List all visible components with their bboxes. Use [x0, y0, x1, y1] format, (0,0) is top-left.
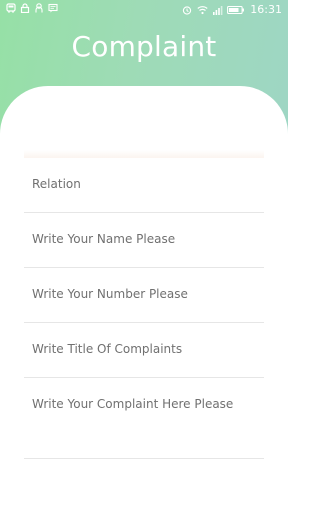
name-field[interactable]: Write Your Name Please: [24, 213, 264, 268]
signal-icon: [212, 5, 223, 15]
card-divider: [24, 150, 264, 158]
alarm-icon: [182, 5, 192, 15]
relation-field[interactable]: Relation: [24, 158, 264, 213]
complaint-title-placeholder: Write Title Of Complaints: [32, 342, 183, 356]
number-field[interactable]: Write Your Number Please: [24, 268, 264, 323]
status-time: 16:31: [250, 3, 282, 16]
lock-icon: [20, 3, 30, 13]
complaint-text-placeholder: Write Your Complaint Here Please: [32, 397, 234, 411]
complaint-text-field[interactable]: Write Your Complaint Here Please: [24, 378, 264, 459]
complaint-title-field[interactable]: Write Title Of Complaints: [24, 323, 264, 378]
bus-icon: [6, 3, 16, 13]
battery-icon: [227, 5, 245, 15]
number-placeholder: Write Your Number Please: [32, 287, 188, 301]
status-bar: 16:31: [0, 0, 288, 20]
relation-placeholder: Relation: [32, 177, 81, 191]
name-placeholder: Write Your Name Please: [32, 232, 176, 246]
page-title: Complaint: [71, 30, 217, 63]
robot-icon: [34, 3, 44, 13]
wifi-icon: [197, 5, 208, 15]
message-icon: [48, 3, 58, 13]
